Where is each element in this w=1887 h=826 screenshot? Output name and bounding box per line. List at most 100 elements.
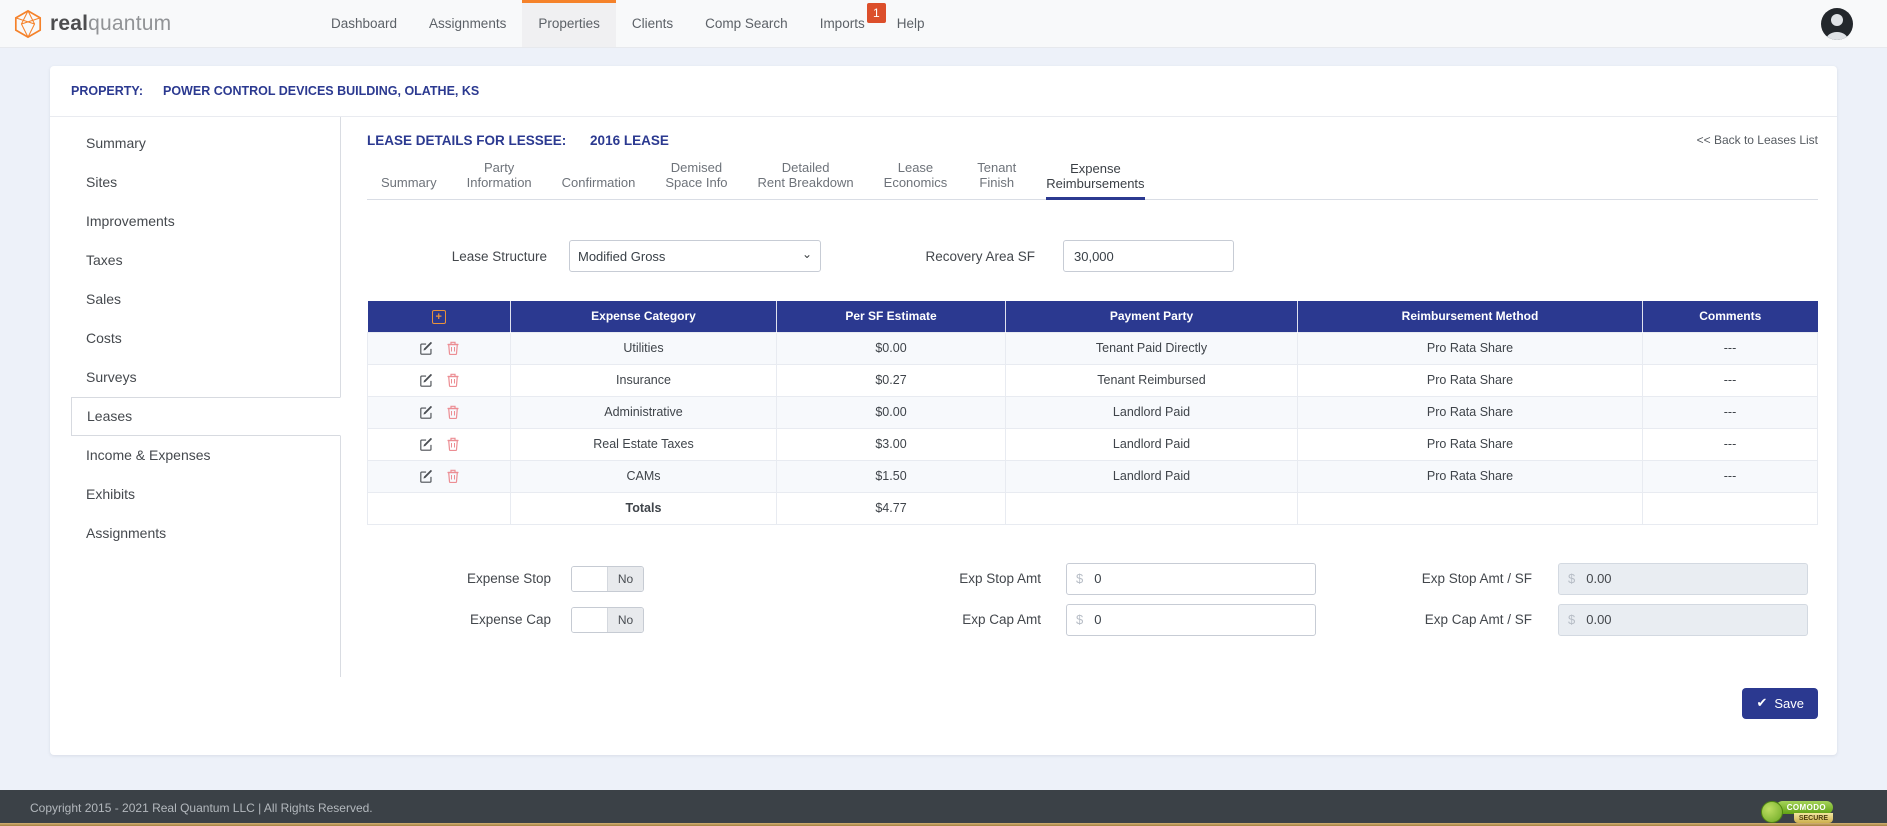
cell-comments: ---: [1642, 395, 1818, 429]
exp-stop-amt-sf-group: $: [1558, 562, 1808, 595]
exp-stop-amt-group: $: [1066, 562, 1316, 595]
exp-stop-amt-sf-label: Exp Stop Amt / SF: [1421, 571, 1532, 586]
tab-tenant-finish[interactable]: Tenant Finish: [977, 148, 1016, 199]
recovery-area-label: Recovery Area SF: [925, 248, 1035, 264]
row-actions: [369, 469, 509, 483]
row-actions: [369, 437, 509, 451]
cell-comments: ---: [1642, 363, 1818, 397]
cell-category: CAMs: [510, 459, 777, 493]
lease-content: LEASE DETAILS FOR LESSEE: 2016 LEASE << …: [341, 117, 1837, 719]
add-expense-row-icon[interactable]: +: [431, 310, 446, 324]
sidebar-item-surveys[interactable]: Surveys: [50, 358, 340, 397]
main-nav-menu: Dashboard Assignments Properties Clients Com…: [315, 0, 940, 47]
user-avatar[interactable]: [1821, 7, 1853, 40]
col-payment-party: Payment Party: [1005, 301, 1298, 332]
col-comments: Comments: [1642, 301, 1818, 332]
delete-row-icon[interactable]: [447, 437, 459, 451]
sidebar-item-taxes[interactable]: Taxes: [50, 241, 340, 280]
recovery-area-input[interactable]: [1063, 240, 1234, 272]
nav-item-clients[interactable]: Clients: [616, 0, 689, 47]
tab-label-line: Information: [466, 175, 532, 190]
row-actions-cell: [367, 363, 511, 397]
sidebar-item-assignments[interactable]: Assignments: [50, 514, 340, 553]
tab-label-line: Demised: [670, 160, 723, 175]
col-expense-category: Expense Category: [510, 301, 777, 332]
lease-title: LEASE DETAILS FOR LESSEE: 2016 LEASE: [367, 133, 669, 148]
edit-row-icon[interactable]: [419, 405, 433, 419]
avatar-head-shape: [1831, 13, 1843, 26]
cell-category: Utilities: [510, 331, 777, 365]
delete-row-icon[interactable]: [447, 341, 459, 355]
page-footer: Copyright 2015 - 2021 Real Quantum LLC |…: [0, 790, 1887, 826]
cell-method: Pro Rata Share: [1297, 331, 1643, 365]
exp-cap-amt-input[interactable]: [1092, 611, 1315, 628]
exp-cap-amt-sf-input: [1584, 611, 1807, 628]
property-name-link[interactable]: POWER CONTROL DEVICES BUILDING, OLATHE, …: [163, 84, 479, 98]
sidebar-item-summary[interactable]: Summary: [50, 124, 340, 163]
save-button[interactable]: ✔ Save: [1742, 687, 1818, 719]
expense-cap-toggle[interactable]: No: [571, 606, 644, 633]
nav-item-label: Comp Search: [705, 16, 788, 31]
tab-summary[interactable]: Summary: [381, 163, 437, 199]
cell-payment-party: Landlord Paid: [1005, 395, 1298, 429]
tab-expense-reimbursements[interactable]: Expense Reimbursements: [1046, 149, 1145, 200]
copyright-text: Copyright 2015 - 2021 Real Quantum LLC |…: [30, 801, 373, 815]
edit-row-icon[interactable]: [419, 341, 433, 355]
tab-confirmation[interactable]: Confirmation: [562, 163, 636, 199]
sidebar-item-sales[interactable]: Sales: [50, 280, 340, 319]
exp-cap-amt-group: $: [1066, 603, 1316, 636]
sidebar-item-exhibits[interactable]: Exhibits: [50, 475, 340, 514]
edit-row-icon[interactable]: [419, 469, 433, 483]
nav-item-imports[interactable]: Imports 1: [804, 0, 886, 47]
cell-category: Administrative: [510, 395, 777, 429]
property-card: PROPERTY: POWER CONTROL DEVICES BUILDING…: [50, 66, 1837, 755]
check-icon: ✔: [1756, 695, 1768, 710]
toggle-state-label: No: [608, 566, 643, 591]
back-to-leases-link[interactable]: << Back to Leases List: [1697, 133, 1818, 147]
comodo-secure-badge[interactable]: COMODO SECURE: [1760, 801, 1833, 823]
exp-stop-amt-label: Exp Stop Amt: [959, 571, 1041, 586]
tab-label-line: Detailed: [781, 160, 830, 175]
nav-item-comp-search[interactable]: Comp Search: [689, 0, 804, 47]
lease-structure-select[interactable]: Modified Gross: [569, 240, 821, 272]
row-actions-cell: [367, 331, 511, 365]
expense-table: + Expense Category Per SF Estimate Payme…: [367, 301, 1818, 525]
tab-demised-space-info[interactable]: Demised Space Info: [665, 148, 727, 199]
edit-row-icon[interactable]: [419, 437, 433, 451]
cell-per-sf: $0.00: [776, 395, 1006, 429]
sidebar-item-income-expenses[interactable]: Income & Expenses: [50, 436, 340, 475]
nav-item-dashboard[interactable]: Dashboard: [315, 0, 413, 47]
table-row-insurance: Insurance $0.27 Tenant Reimbursed Pro Rata …: [367, 363, 1818, 397]
nav-item-label: Help: [896, 16, 925, 31]
currency-prefix: $: [1568, 571, 1576, 586]
tab-lease-economics[interactable]: Lease Economics: [884, 148, 948, 199]
cell-category: Insurance: [510, 363, 777, 397]
cell-method: Pro Rata Share: [1297, 459, 1643, 493]
cell-comments: ---: [1642, 427, 1818, 461]
nav-item-assignments[interactable]: Assignments: [413, 0, 522, 47]
nav-item-properties[interactable]: Properties: [522, 0, 616, 47]
totals-label: Totals: [510, 491, 777, 525]
tab-party-information[interactable]: Party Information: [467, 148, 532, 199]
exp-cap-amt-sf-group: $: [1558, 603, 1808, 636]
edit-row-icon[interactable]: [419, 373, 433, 387]
tab-label-line: Space Info: [665, 175, 728, 190]
tab-label-line: Rent Breakdown: [757, 175, 854, 190]
sidebar-item-sites[interactable]: Sites: [50, 163, 340, 202]
cell-per-sf: $0.27: [776, 363, 1006, 397]
nav-item-help[interactable]: Help: [881, 0, 941, 47]
sidebar-item-improvements[interactable]: Improvements: [50, 202, 340, 241]
delete-row-icon[interactable]: [447, 469, 459, 483]
tab-label-line: Confirmation: [561, 175, 636, 190]
sidebar-item-costs[interactable]: Costs: [50, 319, 340, 358]
tab-detailed-rent-breakdown[interactable]: Detailed Rent Breakdown: [758, 148, 854, 199]
toggle-knob: [572, 607, 608, 632]
delete-row-icon[interactable]: [447, 405, 459, 419]
exp-stop-amt-input[interactable]: [1092, 570, 1315, 587]
row-actions: [369, 341, 509, 355]
brand[interactable]: realquantum: [0, 0, 315, 47]
sidebar-item-leases[interactable]: Leases: [71, 397, 341, 436]
delete-row-icon[interactable]: [447, 373, 459, 387]
toggle-state-label: No: [608, 607, 643, 632]
expense-stop-toggle[interactable]: No: [571, 565, 644, 592]
